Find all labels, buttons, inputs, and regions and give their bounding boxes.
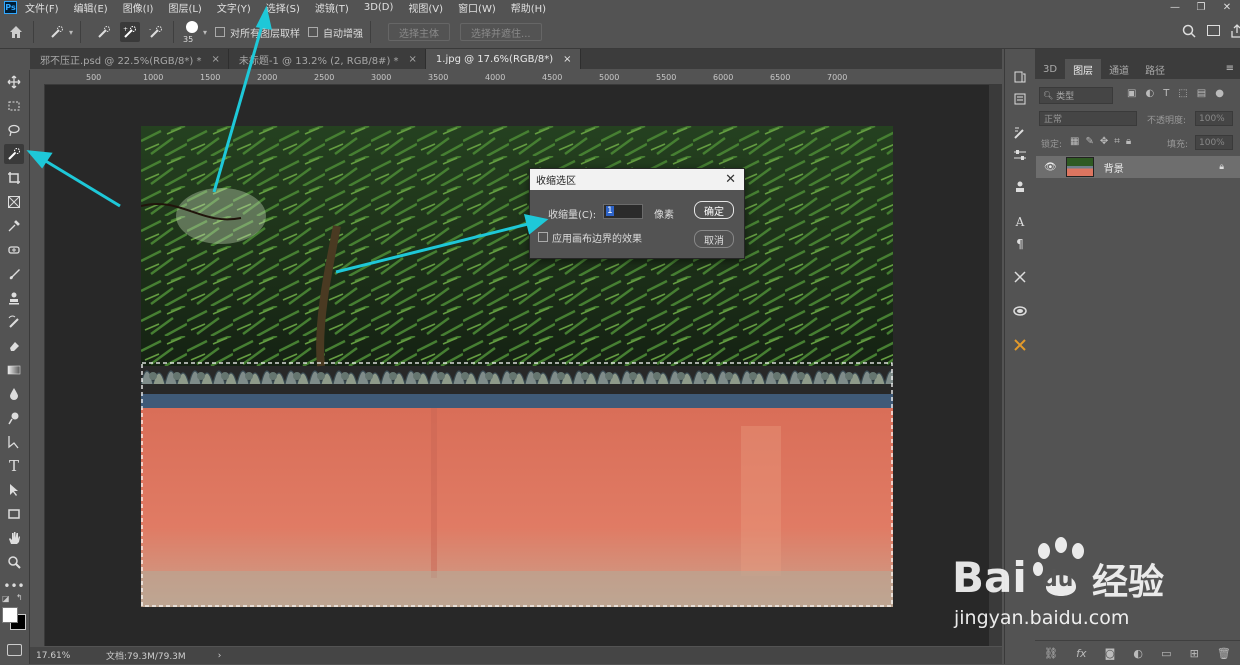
- watermark-brand-du: du: [1042, 567, 1074, 592]
- arrow-to-select-menu: [212, 21, 265, 193]
- arrow-to-quick-selection: [43, 158, 121, 208]
- arrowhead: [523, 214, 549, 235]
- arrow-to-contract-field: [335, 222, 529, 274]
- baidu-jingyan-watermark: Bai du 经验 jingyan.baidu.com: [952, 537, 1192, 632]
- watermark-brand: Bai: [952, 553, 1027, 602]
- watermark-url: jingyan.baidu.com: [954, 607, 1130, 629]
- arrowhead: [255, 5, 272, 30]
- watermark-suffix: 经验: [1092, 562, 1165, 603]
- arrowhead: [26, 150, 53, 169]
